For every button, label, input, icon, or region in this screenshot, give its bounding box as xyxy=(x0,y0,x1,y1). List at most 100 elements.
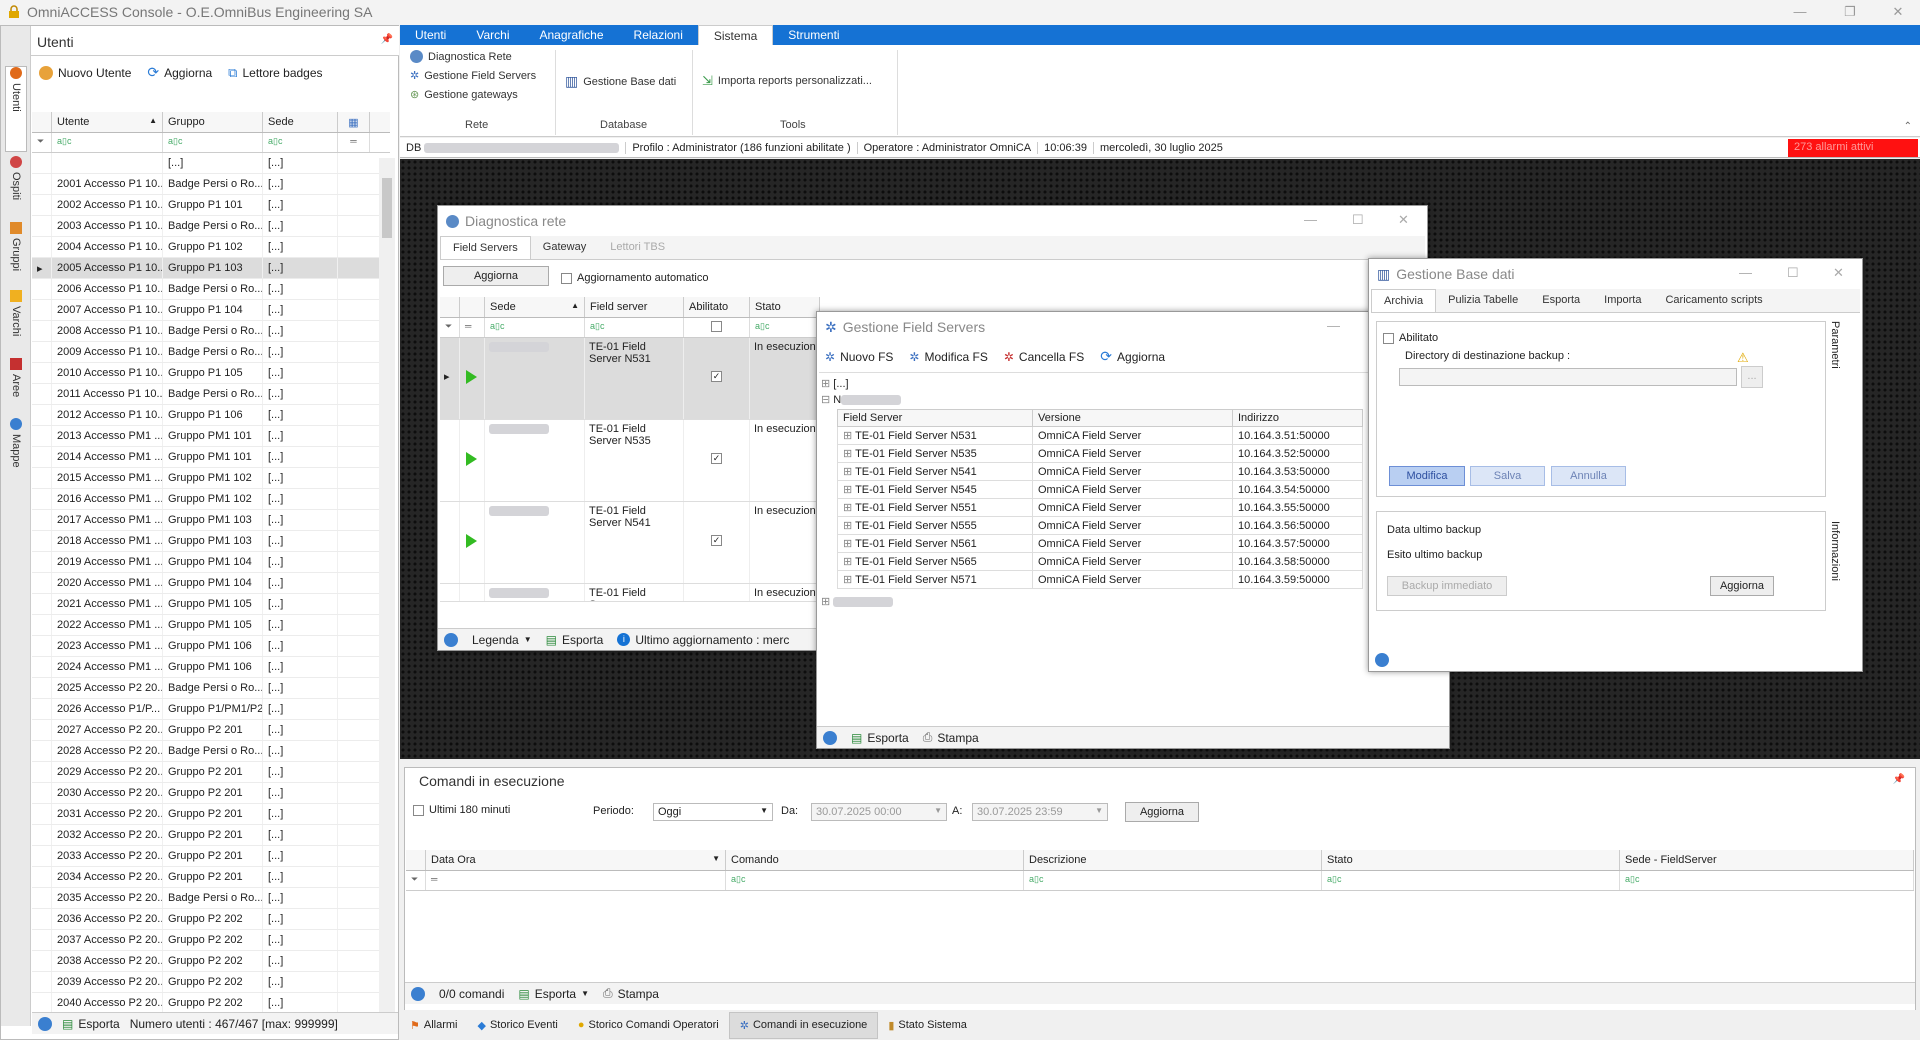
tab-field-servers[interactable]: Field Servers xyxy=(440,236,531,259)
expand-icon[interactable]: ⊞ xyxy=(843,448,855,460)
table-row[interactable]: 2003 Accesso P1 10... Badge Persi o Ro...… xyxy=(32,216,390,237)
pin-icon[interactable]: 📌 xyxy=(1893,774,1905,785)
users-scrollbar[interactable] xyxy=(379,158,395,1026)
col-sede-fieldserver[interactable]: Sede - FieldServer xyxy=(1620,850,1914,870)
table-row[interactable]: 2016 Accesso PM1 ... Gruppo PM1 102 [...] xyxy=(32,489,390,510)
col-indirizzo[interactable]: Indirizzo xyxy=(1232,409,1363,427)
tab-caricamento-scripts[interactable]: Caricamento scripts xyxy=(1653,289,1774,312)
gateways-button[interactable]: ⊛ Gestione gateways xyxy=(410,88,536,102)
col-descrizione[interactable]: Descrizione xyxy=(1024,850,1322,870)
tab-importa[interactable]: Importa xyxy=(1592,289,1653,312)
table-row[interactable]: 2027 Accesso P2 20... Gruppo P2 201 [...] xyxy=(32,720,390,741)
alarm-badge[interactable]: 273 allarmi attivi xyxy=(1788,139,1918,157)
vtab-ospiti[interactable]: Ospiti xyxy=(5,156,27,216)
tab-sistema[interactable]: Sistema xyxy=(697,25,774,45)
to-date-input[interactable]: 30.07.2025 23:59 ▼ xyxy=(972,803,1108,821)
tab-storico-comandi[interactable]: ● Storico Comandi Operatori xyxy=(568,1013,729,1037)
table-row[interactable]: 2011 Accesso P1 10... Badge Persi o Ro...… xyxy=(32,384,390,405)
col-data-ora[interactable]: Data Ora ▼ xyxy=(426,850,726,870)
table-row[interactable]: ▸ 2005 Accesso P1 10... Gruppo P1 103 [...] xyxy=(32,258,390,279)
save-button[interactable]: Salva xyxy=(1470,466,1545,486)
table-row[interactable]: ▸ TE-01 Field Server N531 ✓ In esecuzione xyxy=(440,338,820,420)
close-button[interactable]: ✕ xyxy=(1878,2,1918,22)
filter-stato[interactable]: a▯c xyxy=(1322,871,1620,890)
table-row[interactable]: 2021 Accesso PM1 ... Gruppo PM1 105 [...] xyxy=(32,594,390,615)
table-row[interactable]: ⊞ TE-01 Field Server N551 OmniCA Field Se… xyxy=(837,498,1363,517)
minimize-button[interactable]: — xyxy=(1327,318,1340,333)
enabled-checkbox[interactable]: ✓ xyxy=(711,453,722,464)
export-dropdown[interactable]: ▤ Esporta ▼ xyxy=(518,987,589,1001)
tab-pulizia-tabelle[interactable]: Pulizia Tabelle xyxy=(1436,289,1530,312)
table-row[interactable]: ⊞ TE-01 Field Server N535 OmniCA Field Se… xyxy=(837,444,1363,463)
period-select[interactable]: Oggi ▼ xyxy=(653,803,773,821)
filter-equals-icon[interactable]: ═ xyxy=(338,133,370,152)
vtab-mappe[interactable]: Mappe xyxy=(5,418,27,478)
refresh-button[interactable]: ⟳ Aggiorna xyxy=(147,64,212,81)
expand-icon[interactable]: ⊞ xyxy=(843,574,855,586)
expand-icon[interactable]: ⊞ xyxy=(843,520,855,532)
vtab-utenti[interactable]: Utenti xyxy=(5,66,27,152)
col-versione[interactable]: Versione xyxy=(1032,409,1233,427)
table-row[interactable]: TE-01 Field Server In esecuzione xyxy=(440,584,820,602)
col-field-server[interactable]: Field server xyxy=(585,297,684,317)
tree-node-expanded[interactable]: ⊟ N xyxy=(821,393,902,406)
table-row[interactable]: 2025 Accesso P2 20... Badge Persi o Ro...… xyxy=(32,678,390,699)
col-utente[interactable]: Utente ▲ xyxy=(52,112,163,132)
table-row-empty[interactable]: [...] [...] xyxy=(32,153,390,174)
refresh-button[interactable]: Aggiorna xyxy=(1125,802,1199,822)
filter-enabled[interactable] xyxy=(684,318,750,337)
table-row[interactable]: 2040 Accesso P2 20... Gruppo P2 202 [...] xyxy=(32,993,390,1014)
new-user-button[interactable]: Nuovo Utente xyxy=(39,65,131,80)
table-row[interactable]: 2019 Accesso PM1 ... Gruppo PM1 104 [...] xyxy=(32,552,390,573)
tree-node-collapsed[interactable]: ⊞ xyxy=(821,595,894,608)
badge-reader-button[interactable]: ⧉ Lettore badges xyxy=(228,65,322,81)
table-row[interactable]: 2023 Accesso PM1 ... Gruppo PM1 106 [...] xyxy=(32,636,390,657)
table-row[interactable]: 2032 Accesso P2 20... Gruppo P2 201 [...] xyxy=(32,825,390,846)
col-stato[interactable]: Stato xyxy=(1322,850,1620,870)
table-row[interactable]: 2039 Accesso P2 20... Gruppo P2 202 [...] xyxy=(32,972,390,993)
print-button[interactable]: ⎙ Stampa xyxy=(923,730,979,745)
table-row[interactable]: 2022 Accesso PM1 ... Gruppo PM1 105 [...] xyxy=(32,615,390,636)
col-stato[interactable]: Stato xyxy=(750,297,820,317)
help-icon[interactable] xyxy=(411,986,425,1001)
table-row[interactable]: 2015 Accesso PM1 ... Gruppo PM1 102 [...] xyxy=(32,468,390,489)
tab-storico-eventi[interactable]: ◆ Storico Eventi xyxy=(468,1013,568,1038)
maximize-button[interactable]: ☐ xyxy=(1352,212,1364,228)
refresh-button[interactable]: ⟳ Aggiorna xyxy=(1100,348,1165,365)
expand-icon[interactable]: ⊞ xyxy=(843,484,855,496)
tab-anagrafiche[interactable]: Anagrafiche xyxy=(524,25,618,45)
enabled-checkbox[interactable]: Abilitato xyxy=(1383,332,1438,344)
filter-comando[interactable]: a▯c xyxy=(726,871,1024,890)
filter-data-ora[interactable]: ═ xyxy=(426,871,726,890)
tab-stato-sistema[interactable]: ▮ Stato Sistema xyxy=(878,1013,977,1038)
table-row[interactable]: TE-01 Field Server N541 ✓ In esecuzione xyxy=(440,502,820,584)
filter-gruppo[interactable]: a▯c xyxy=(163,133,263,152)
cancel-button[interactable]: Annulla xyxy=(1551,466,1626,486)
new-fs-button[interactable]: ✲ Nuovo FS xyxy=(825,350,893,364)
import-reports-button[interactable]: ⇲ Importa reports personalizzati... xyxy=(702,73,872,89)
table-row[interactable]: 2035 Accesso P2 20... Badge Persi o Ro...… xyxy=(32,888,390,909)
table-row[interactable]: 2014 Accesso PM1 ... Gruppo PM1 101 [...] xyxy=(32,447,390,468)
table-row[interactable]: 2037 Accesso P2 20... Gruppo P2 202 [...] xyxy=(32,930,390,951)
expand-icon[interactable]: ⊞ xyxy=(843,556,855,568)
browse-button[interactable]: ... xyxy=(1741,366,1763,388)
table-row[interactable]: 2007 Accesso P1 10... Gruppo P1 104 [...] xyxy=(32,300,390,321)
vtab-aree[interactable]: Aree xyxy=(5,358,27,408)
vtab-varchi[interactable]: Varchi xyxy=(5,290,27,350)
col-sede[interactable]: Sede ▲ xyxy=(485,297,585,317)
tab-strumenti[interactable]: Strumenti xyxy=(773,25,854,45)
maximize-button[interactable]: ☐ xyxy=(1787,265,1799,281)
export-button[interactable]: ▤ Esporta xyxy=(851,731,909,745)
table-row[interactable]: 2008 Accesso P1 10... Badge Persi o Ro...… xyxy=(32,321,390,342)
table-row[interactable]: 2013 Accesso PM1 ... Gruppo PM1 101 [...] xyxy=(32,426,390,447)
table-row[interactable]: ⊞ TE-01 Field Server N565 OmniCA Field Se… xyxy=(837,552,1363,571)
export-button[interactable]: ▤ Esporta xyxy=(62,1017,120,1031)
tab-archivia[interactable]: Archivia xyxy=(1371,289,1437,312)
filter-descrizione[interactable]: a▯c xyxy=(1024,871,1322,890)
col-sede[interactable]: Sede xyxy=(263,112,338,132)
table-row[interactable]: 2038 Accesso P2 20... Gruppo P2 202 [...] xyxy=(32,951,390,972)
col-gruppo[interactable]: Gruppo xyxy=(163,112,263,132)
table-row[interactable]: 2012 Accesso P1 10... Gruppo P1 106 [...] xyxy=(32,405,390,426)
help-icon[interactable] xyxy=(444,632,458,647)
tab-allarmi[interactable]: ⚑ Allarmi xyxy=(400,1013,468,1038)
